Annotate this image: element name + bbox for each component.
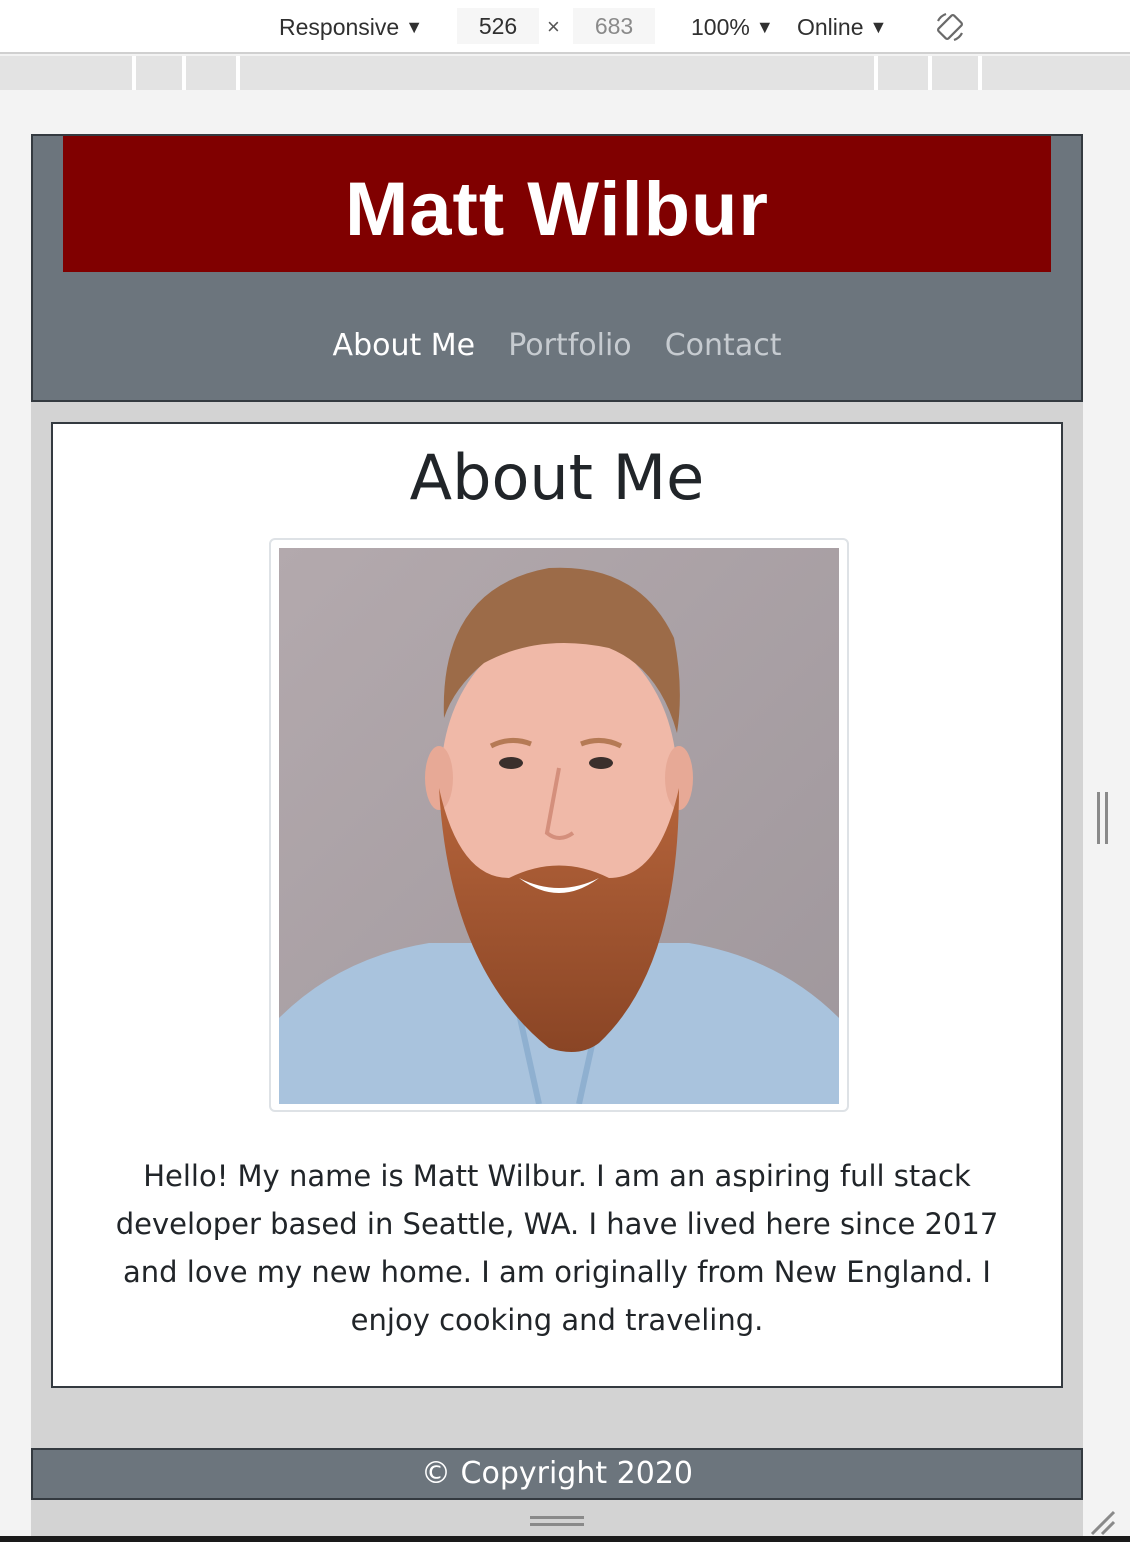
network-label: Online	[797, 14, 864, 40]
chevron-down-icon: ▼	[869, 17, 888, 37]
viewport-height-input[interactable]: 683	[573, 8, 655, 44]
site-footer: © Copyright 2020	[31, 1448, 1083, 1500]
title-banner: Matt Wilbur	[63, 136, 1051, 272]
rotate-icon[interactable]	[934, 11, 968, 43]
ruler-segment[interactable]	[978, 56, 1130, 90]
about-heading: About Me	[409, 441, 705, 514]
device-mode-select[interactable]: Responsive ▼	[279, 0, 423, 54]
profile-photo-frame	[269, 538, 849, 1112]
about-section: About Me Hello! My name is Matt Wilbur. …	[51, 422, 1063, 1388]
resize-handle-bottom-icon[interactable]	[530, 1514, 584, 1528]
copyright-text: © Copyright 2020	[420, 1456, 693, 1491]
resize-handle-corner-icon[interactable]	[1088, 1508, 1116, 1536]
viewport-width-input[interactable]: 526	[457, 8, 539, 44]
chevron-down-icon: ▼	[405, 17, 424, 37]
zoom-select[interactable]: 100% ▼	[691, 0, 774, 54]
nav-link-about-me[interactable]: About Me	[333, 324, 476, 368]
site-title: Matt Wilbur	[344, 167, 770, 252]
profile-photo	[279, 548, 839, 1104]
dimension-separator: ×	[547, 14, 560, 39]
ruler-segment[interactable]	[874, 56, 928, 90]
ruler-segment[interactable]	[132, 56, 182, 90]
device-mode-label: Responsive	[279, 14, 400, 40]
devtools-device-toolbar: Responsive ▼ 526 × 683 100% ▼ Online ▼	[0, 0, 1130, 54]
device-viewport: Matt Wilbur About Me Portfolio Contact A…	[31, 134, 1083, 1542]
zoom-label: 100%	[691, 14, 750, 40]
site-header: Matt Wilbur About Me Portfolio Contact	[31, 134, 1083, 402]
window-bottom-edge	[0, 1536, 1130, 1542]
resize-handle-right-icon[interactable]	[1097, 792, 1109, 844]
ruler-segment[interactable]	[0, 56, 132, 90]
main-nav: About Me Portfolio Contact	[33, 324, 1081, 368]
chevron-down-icon: ▼	[755, 17, 774, 37]
bio-text: Hello! My name is Matt Wilbur. I am an a…	[115, 1159, 999, 1337]
network-throttle-select[interactable]: Online ▼	[797, 0, 887, 54]
ruler-segment[interactable]	[236, 56, 874, 90]
ruler-segment[interactable]	[928, 56, 978, 90]
media-query-ruler	[0, 56, 1130, 90]
nav-link-portfolio[interactable]: Portfolio	[508, 324, 631, 368]
ruler-segment[interactable]	[182, 56, 236, 90]
nav-link-contact[interactable]: Contact	[665, 324, 782, 368]
